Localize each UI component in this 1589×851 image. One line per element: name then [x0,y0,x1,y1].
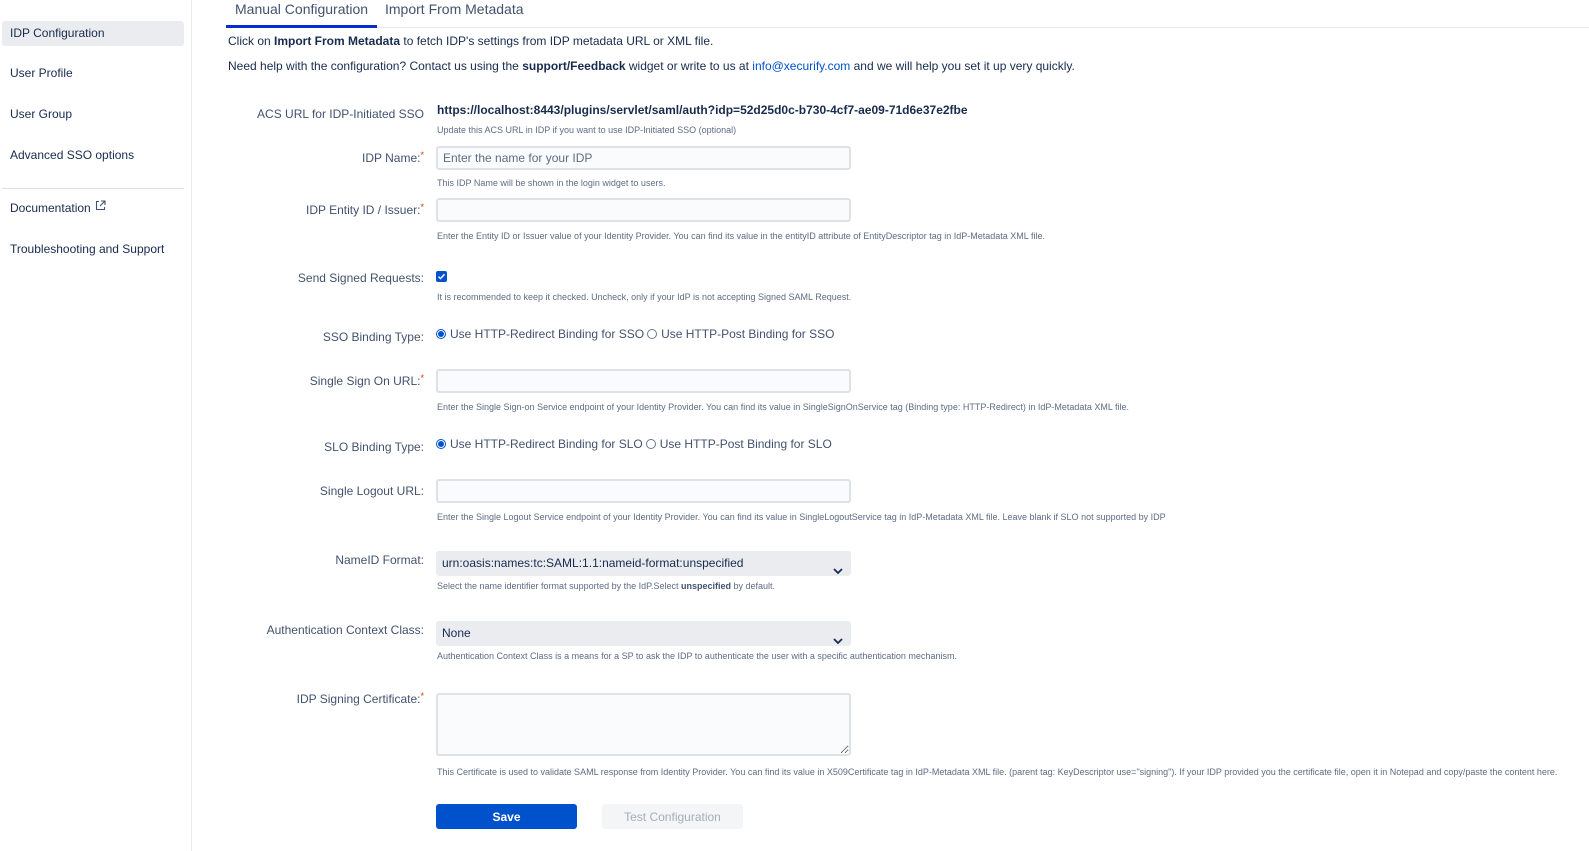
sidebar-divider [2,188,184,189]
sidebar-item-label: IDP Configuration [10,26,105,40]
certificate-label: IDP Signing Certificate:* [296,691,424,706]
sso-post-radio[interactable] [647,329,658,339]
sidebar-item-label: Advanced SSO options [10,148,135,162]
slo-redirect-label[interactable]: Use HTTP-Redirect Binding for SLO [450,437,643,451]
support-feedback-emphasis: support/Feedback [522,59,626,73]
sidebar-item-troubleshooting-and-support[interactable]: Troubleshooting and Support [2,237,184,262]
nameid-format-select[interactable]: urn:oasis:names:tc:SAML:1.1:nameid-forma… [436,551,851,576]
tab-label: Manual Configuration [235,1,369,17]
auth-context-select[interactable]: None [436,621,851,646]
sidebar-item-label: User Profile [10,66,73,80]
sso-redirect-radio[interactable] [436,329,446,339]
tab-bar: Manual Configuration Import From Metadat… [226,0,1589,28]
certificate-textarea[interactable] [436,693,851,756]
tab-manual-configuration[interactable]: Manual Configuration [226,0,378,28]
external-link-icon [95,195,106,220]
sso-binding-label: SSO Binding Type: [322,330,424,344]
slo-url-input[interactable] [436,479,851,503]
slo-binding-label: SLO Binding Type: [324,440,424,454]
idp-name-label: IDP Name:* [362,150,424,165]
sso-url-help: Enter the Single Sign-on Service endpoin… [437,402,1130,412]
tab-label: Import From Metadata [385,1,524,17]
chevron-down-icon [833,559,843,584]
sidebar-item-advanced-sso-options[interactable]: Advanced SSO options [2,143,184,168]
slo-binding-radio-group: Use HTTP-Redirect Binding for SLO Use HT… [436,437,835,451]
send-signed-requests-help: It is recommended to keep it checked. Un… [437,292,852,302]
idp-name-input[interactable] [436,146,851,170]
required-marker: * [420,373,424,383]
idp-name-help: This IDP Name will be shown in the login… [437,178,666,188]
auth-context-value: None [442,626,471,640]
sidebar: IDP Configuration User Profile User Grou… [0,0,192,851]
slo-post-radio[interactable] [645,439,656,449]
slo-url-label: Single Logout URL: [319,484,424,498]
sidebar-item-user-group[interactable]: User Group [2,102,184,127]
certificate-help: This Certificate is used to validate SAM… [437,767,1558,777]
auth-context-label: Authentication Context Class: [266,623,424,637]
sidebar-item-idp-configuration[interactable]: IDP Configuration [2,21,184,46]
slo-post-label[interactable]: Use HTTP-Post Binding for SLO [660,437,832,451]
sidebar-item-label: Troubleshooting and Support [10,242,165,256]
required-marker: * [420,202,424,212]
sidebar-item-documentation[interactable]: Documentation [2,196,184,221]
entity-id-help: Enter the Entity ID or Issuer value of y… [437,231,1045,241]
sso-url-input[interactable] [436,369,851,393]
nameid-format-label: NameID Format: [335,553,424,567]
acs-url-value: https://localhost:8443/plugins/servlet/s… [437,103,968,117]
intro-line-2: Need help with the configuration? Contac… [228,59,1075,73]
nameid-format-value: urn:oasis:names:tc:SAML:1.1:nameid-forma… [442,556,744,570]
acs-url-label: ACS URL for IDP-Initiated SSO [257,107,424,121]
import-metadata-emphasis: Import From Metadata [274,34,401,48]
slo-url-help: Enter the Single Logout Service endpoint… [437,512,1166,522]
required-marker: * [420,691,424,701]
sso-url-label: Single Sign On URL:* [309,373,424,388]
sso-post-label[interactable]: Use HTTP-Post Binding for SSO [661,327,834,341]
entity-id-label: IDP Entity ID / Issuer:* [306,202,424,217]
send-signed-requests-label: Send Signed Requests: [297,271,424,285]
auth-context-help: Authentication Context Class is a means … [437,651,957,661]
required-marker: * [420,150,424,160]
tab-import-from-metadata[interactable]: Import From Metadata [376,0,533,28]
test-configuration-button[interactable]: Test Configuration [602,804,743,829]
acs-url-help: Update this ACS URL in IDP if you want t… [437,125,737,135]
intro-line-1: Click on Import From Metadata to fetch I… [228,34,714,48]
entity-id-input[interactable] [436,198,851,222]
slo-redirect-radio[interactable] [436,439,446,449]
sso-binding-radio-group: Use HTTP-Redirect Binding for SSO Use HT… [436,327,837,341]
save-button[interactable]: Save [436,804,577,829]
send-signed-requests-checkbox[interactable] [436,271,447,282]
sidebar-item-label: Documentation [10,201,91,215]
sidebar-item-label: User Group [10,107,73,121]
sso-redirect-label[interactable]: Use HTTP-Redirect Binding for SSO [450,327,644,341]
support-email-link[interactable]: info@xecurify.com [752,59,850,73]
sidebar-item-user-profile[interactable]: User Profile [2,61,184,86]
nameid-format-help: Select the name identifier format suppor… [437,581,776,591]
